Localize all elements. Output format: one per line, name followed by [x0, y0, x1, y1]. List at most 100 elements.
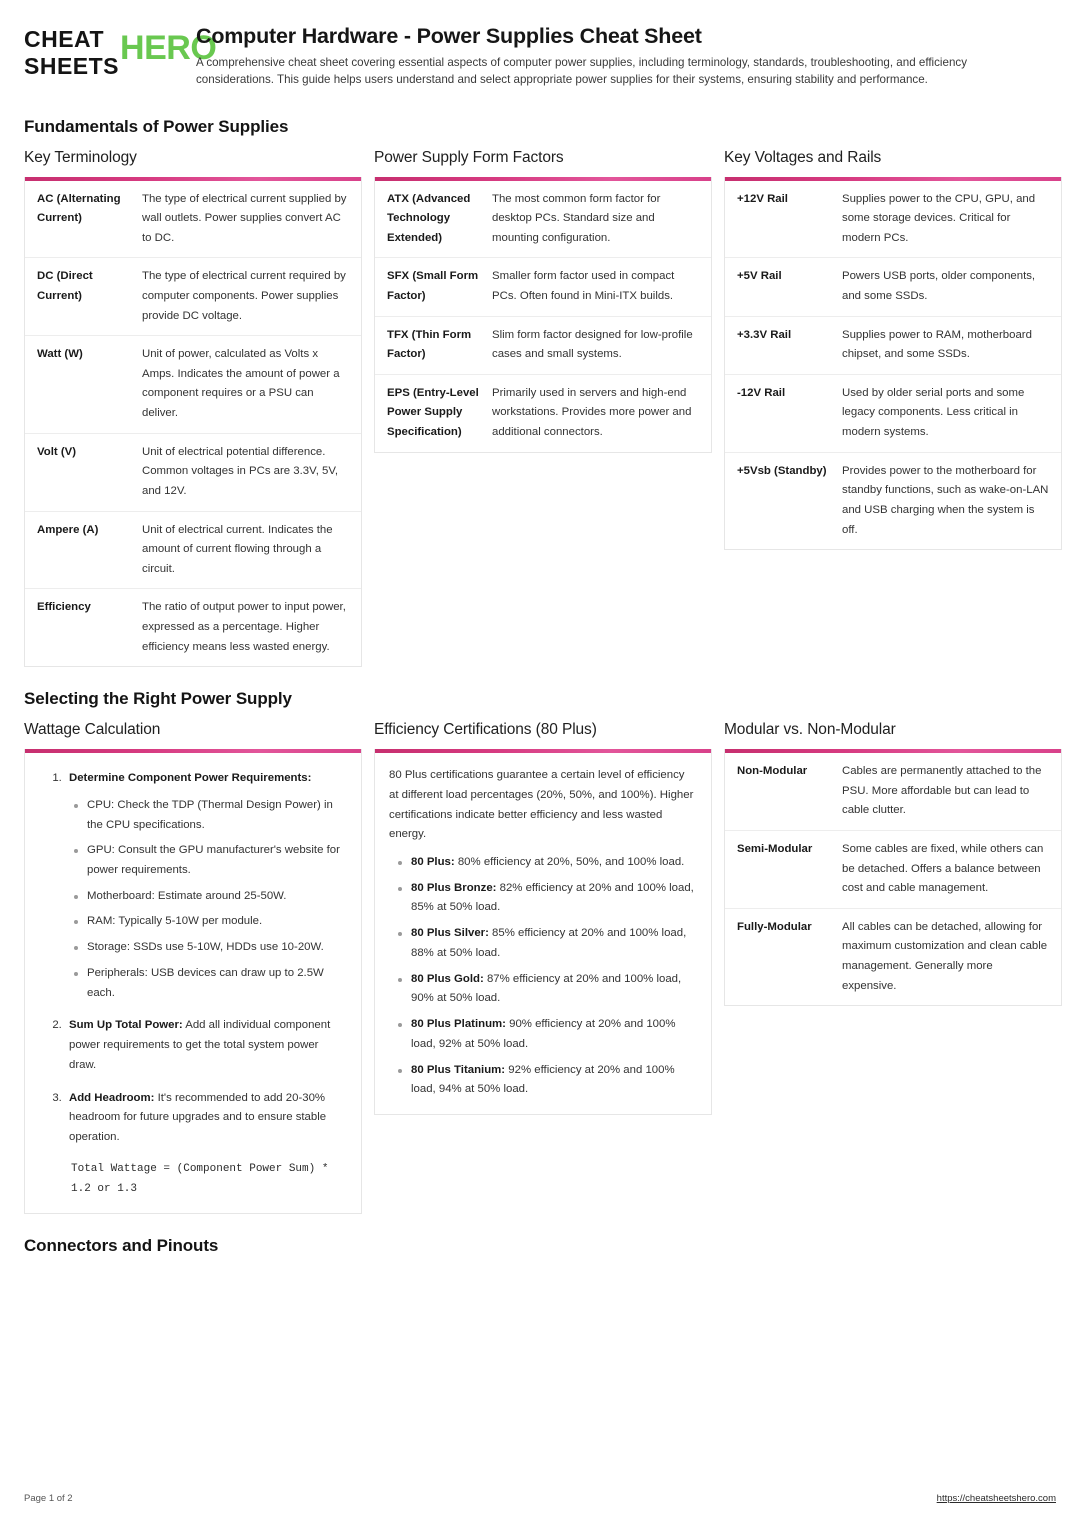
- list-item: CPU: Check the TDP (Thermal Design Power…: [74, 796, 347, 835]
- table-row: Watt (W) Unit of power, calculated as Vo…: [25, 335, 361, 432]
- term-description: All cables can be detached, allowing for…: [842, 920, 1048, 992]
- component-power-list: CPU: Check the TDP (Thermal Design Power…: [69, 796, 347, 1003]
- table-row: EPS (Entry-Level Power Supply Specificat…: [375, 373, 711, 452]
- term-label: ATX (Advanced Technology Extended): [387, 192, 471, 244]
- term-label: +12V Rail: [737, 192, 788, 205]
- list-item: 80 Plus Silver: 85% efficiency at 20% an…: [398, 924, 697, 963]
- table-row: Non-Modular Cables are permanently attac…: [725, 753, 1061, 830]
- card-key-terminology: AC (Alternating Current) The type of ele…: [24, 176, 362, 668]
- term-description: Cables are permanently attached to the P…: [842, 765, 1042, 817]
- column-wattage-calculation: Wattage Calculation Determine Component …: [24, 721, 362, 1215]
- table-row: +5Vsb (Standby) Provides power to the mo…: [725, 451, 1061, 549]
- term-description: Some cables are fixed, while others can …: [842, 843, 1044, 895]
- step-title: Add Headroom:: [69, 1091, 155, 1104]
- table-row: AC (Alternating Current) The type of ele…: [25, 181, 361, 258]
- card-voltages: +12V Rail Supplies power to the CPU, GPU…: [724, 176, 1062, 551]
- efficiency-intro: 80 Plus certifications guarantee a certa…: [389, 769, 694, 841]
- table-row: DC (Direct Current) The type of electric…: [25, 257, 361, 335]
- term-label: +5V Rail: [737, 270, 782, 283]
- term-description: The type of electrical current supplied …: [142, 192, 347, 244]
- term-description: Unit of electrical current. Indicates th…: [142, 523, 333, 575]
- term-description: Unit of power, calculated as Volts x Amp…: [142, 348, 340, 420]
- term-description: Supplies power to the CPU, GPU, and some…: [842, 192, 1036, 244]
- list-item: GPU: Consult the GPU manufacturer's webs…: [74, 841, 347, 880]
- list-item: 80 Plus Titanium: 92% efficiency at 20% …: [398, 1061, 697, 1100]
- term-description: The most common form factor for desktop …: [492, 192, 661, 244]
- list-item: Peripherals: USB devices can draw up to …: [74, 964, 347, 1003]
- table-row: +3.3V Rail Supplies power to RAM, mother…: [725, 315, 1061, 374]
- list-item: Motherboard: Estimate around 25-50W.: [74, 887, 347, 907]
- section-fundamentals-columns: Key Terminology AC (Alternating Current)…: [24, 148, 1062, 668]
- term-label: Non-Modular: [737, 765, 808, 778]
- card-title-efficiency: Efficiency Certifications (80 Plus): [374, 721, 597, 739]
- column-form-factors: Power Supply Form Factors ATX (Advanced …: [374, 149, 712, 453]
- card-title-form-factors: Power Supply Form Factors: [374, 148, 564, 166]
- card-title-wattage: Wattage Calculation: [24, 721, 161, 739]
- term-description: Provides power to the motherboard for st…: [842, 464, 1049, 536]
- card-title-key-terminology: Key Terminology: [24, 148, 137, 166]
- site-logo: CHEAT SHEETS HERO: [24, 22, 217, 80]
- term-description: Slim form factor designed for low-profil…: [492, 328, 693, 361]
- list-item: Add Headroom: It's recommended to add 20…: [65, 1089, 347, 1200]
- step-title: Sum Up Total Power:: [69, 1019, 183, 1032]
- term-label: AC (Alternating Current): [37, 192, 121, 225]
- term-label: EPS (Entry-Level Power Supply Specificat…: [387, 386, 479, 439]
- card-efficiency: 80 Plus certifications guarantee a certa…: [374, 749, 712, 1115]
- column-efficiency-certifications: Efficiency Certifications (80 Plus) 80 P…: [374, 721, 712, 1115]
- card-form-factors: ATX (Advanced Technology Extended) The m…: [374, 176, 712, 453]
- table-row: Volt (V) Unit of electrical potential di…: [25, 432, 361, 511]
- card-title-modular: Modular vs. Non-Modular: [724, 721, 896, 739]
- header-text-block: Computer Hardware - Power Supplies Cheat…: [196, 22, 1056, 89]
- site-url-link[interactable]: https://cheatsheetshero.com: [937, 1493, 1056, 1504]
- list-item: Sum Up Total Power: Add all individual c…: [65, 1016, 347, 1075]
- term-label: Ampere (A): [37, 523, 99, 536]
- list-item: 80 Plus Gold: 87% efficiency at 20% and …: [398, 970, 697, 1009]
- table-row: +5V Rail Powers USB ports, older compone…: [725, 257, 1061, 315]
- term-label: Semi-Modular: [737, 843, 813, 855]
- term-label: +5Vsb (Standby): [737, 464, 827, 477]
- step-title: Determine Component Power Requirements:: [69, 772, 312, 785]
- tier-name: 80 Plus Platinum:: [411, 1018, 506, 1031]
- table-row: ATX (Advanced Technology Extended) The m…: [375, 181, 711, 258]
- page-title: Computer Hardware - Power Supplies Cheat…: [196, 24, 702, 48]
- term-description: Supplies power to RAM, motherboard chips…: [842, 328, 1032, 361]
- logo-text-sheets: SHEETS: [24, 53, 120, 79]
- card-wattage: Determine Component Power Requirements: …: [24, 749, 362, 1215]
- table-row: Fully-Modular All cables can be detached…: [725, 907, 1061, 1005]
- cheat-sheet-page: CHEAT SHEETS HERO Computer Hardware - Po…: [0, 0, 1080, 1526]
- column-voltages: Key Voltages and Rails +12V Rail Supplie…: [724, 149, 1062, 551]
- list-item: 80 Plus Bronze: 82% efficiency at 20% an…: [398, 879, 697, 918]
- term-label: -12V Rail: [737, 386, 786, 399]
- term-label: +3.3V Rail: [737, 328, 792, 341]
- logo-text-cheat: CHEAT: [24, 26, 105, 52]
- page-number-label: Page 1 of 2: [24, 1493, 73, 1504]
- table-row: Efficiency The ratio of output power to …: [25, 588, 361, 666]
- wattage-formula-code: Total Wattage = (Component Power Sum) * …: [71, 1162, 336, 1196]
- card-modular: Non-Modular Cables are permanently attac…: [724, 749, 1062, 1007]
- table-row: +12V Rail Supplies power to the CPU, GPU…: [725, 181, 1061, 258]
- term-description: Smaller form factor used in compact PCs.…: [492, 270, 675, 303]
- table-row: SFX (Small Form Factor) Smaller form fac…: [375, 257, 711, 315]
- section-heading-fundamentals: Fundamentals of Power Supplies: [24, 116, 289, 136]
- tier-name: 80 Plus Silver:: [411, 927, 489, 940]
- card-title-voltages: Key Voltages and Rails: [724, 148, 882, 166]
- term-description: Primarily used in servers and high-end w…: [492, 386, 692, 439]
- page-header: CHEAT SHEETS HERO Computer Hardware - Po…: [24, 22, 1056, 95]
- list-item: RAM: Typically 5-10W per module.: [74, 912, 347, 932]
- list-item: 80 Plus Platinum: 90% efficiency at 20% …: [398, 1015, 697, 1054]
- term-description: Powers USB ports, older components, and …: [842, 270, 1036, 303]
- tier-name: 80 Plus:: [411, 856, 455, 869]
- table-row: TFX (Thin Form Factor) Slim form factor …: [375, 315, 711, 374]
- page-subtitle: A comprehensive cheat sheet covering ess…: [196, 56, 967, 86]
- tier-name: 80 Plus Titanium:: [411, 1063, 506, 1076]
- list-item: Storage: SSDs use 5-10W, HDDs use 10-20W…: [74, 938, 347, 958]
- card-body-efficiency: 80 Plus certifications guarantee a certa…: [375, 753, 711, 1114]
- section-heading-selecting: Selecting the Right Power Supply: [24, 689, 292, 709]
- term-label: DC (Direct Current): [37, 270, 93, 303]
- table-row: Semi-Modular Some cables are fixed, whil…: [725, 830, 1061, 908]
- tier-detail: 80% efficiency at 20%, 50%, and 100% loa…: [454, 856, 685, 869]
- term-description: Used by older serial ports and some lega…: [842, 386, 1025, 439]
- card-body-wattage: Determine Component Power Requirements: …: [25, 753, 361, 1213]
- efficiency-tier-list: 80 Plus: 80% efficiency at 20%, 50%, and…: [389, 853, 697, 1100]
- tier-name: 80 Plus Bronze:: [411, 881, 497, 894]
